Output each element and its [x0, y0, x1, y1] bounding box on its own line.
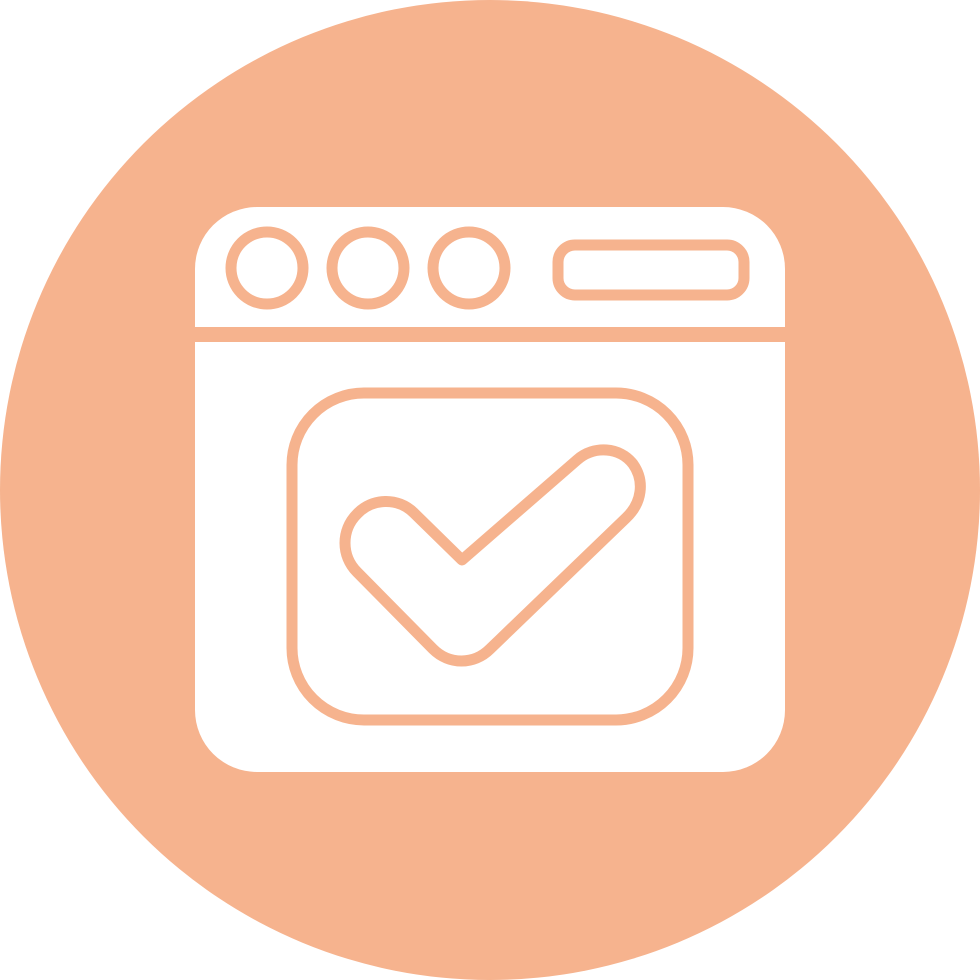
title-bar-divider	[195, 327, 785, 342]
browser-window-checkmark-icon	[0, 0, 980, 980]
icon-canvas	[0, 0, 980, 980]
